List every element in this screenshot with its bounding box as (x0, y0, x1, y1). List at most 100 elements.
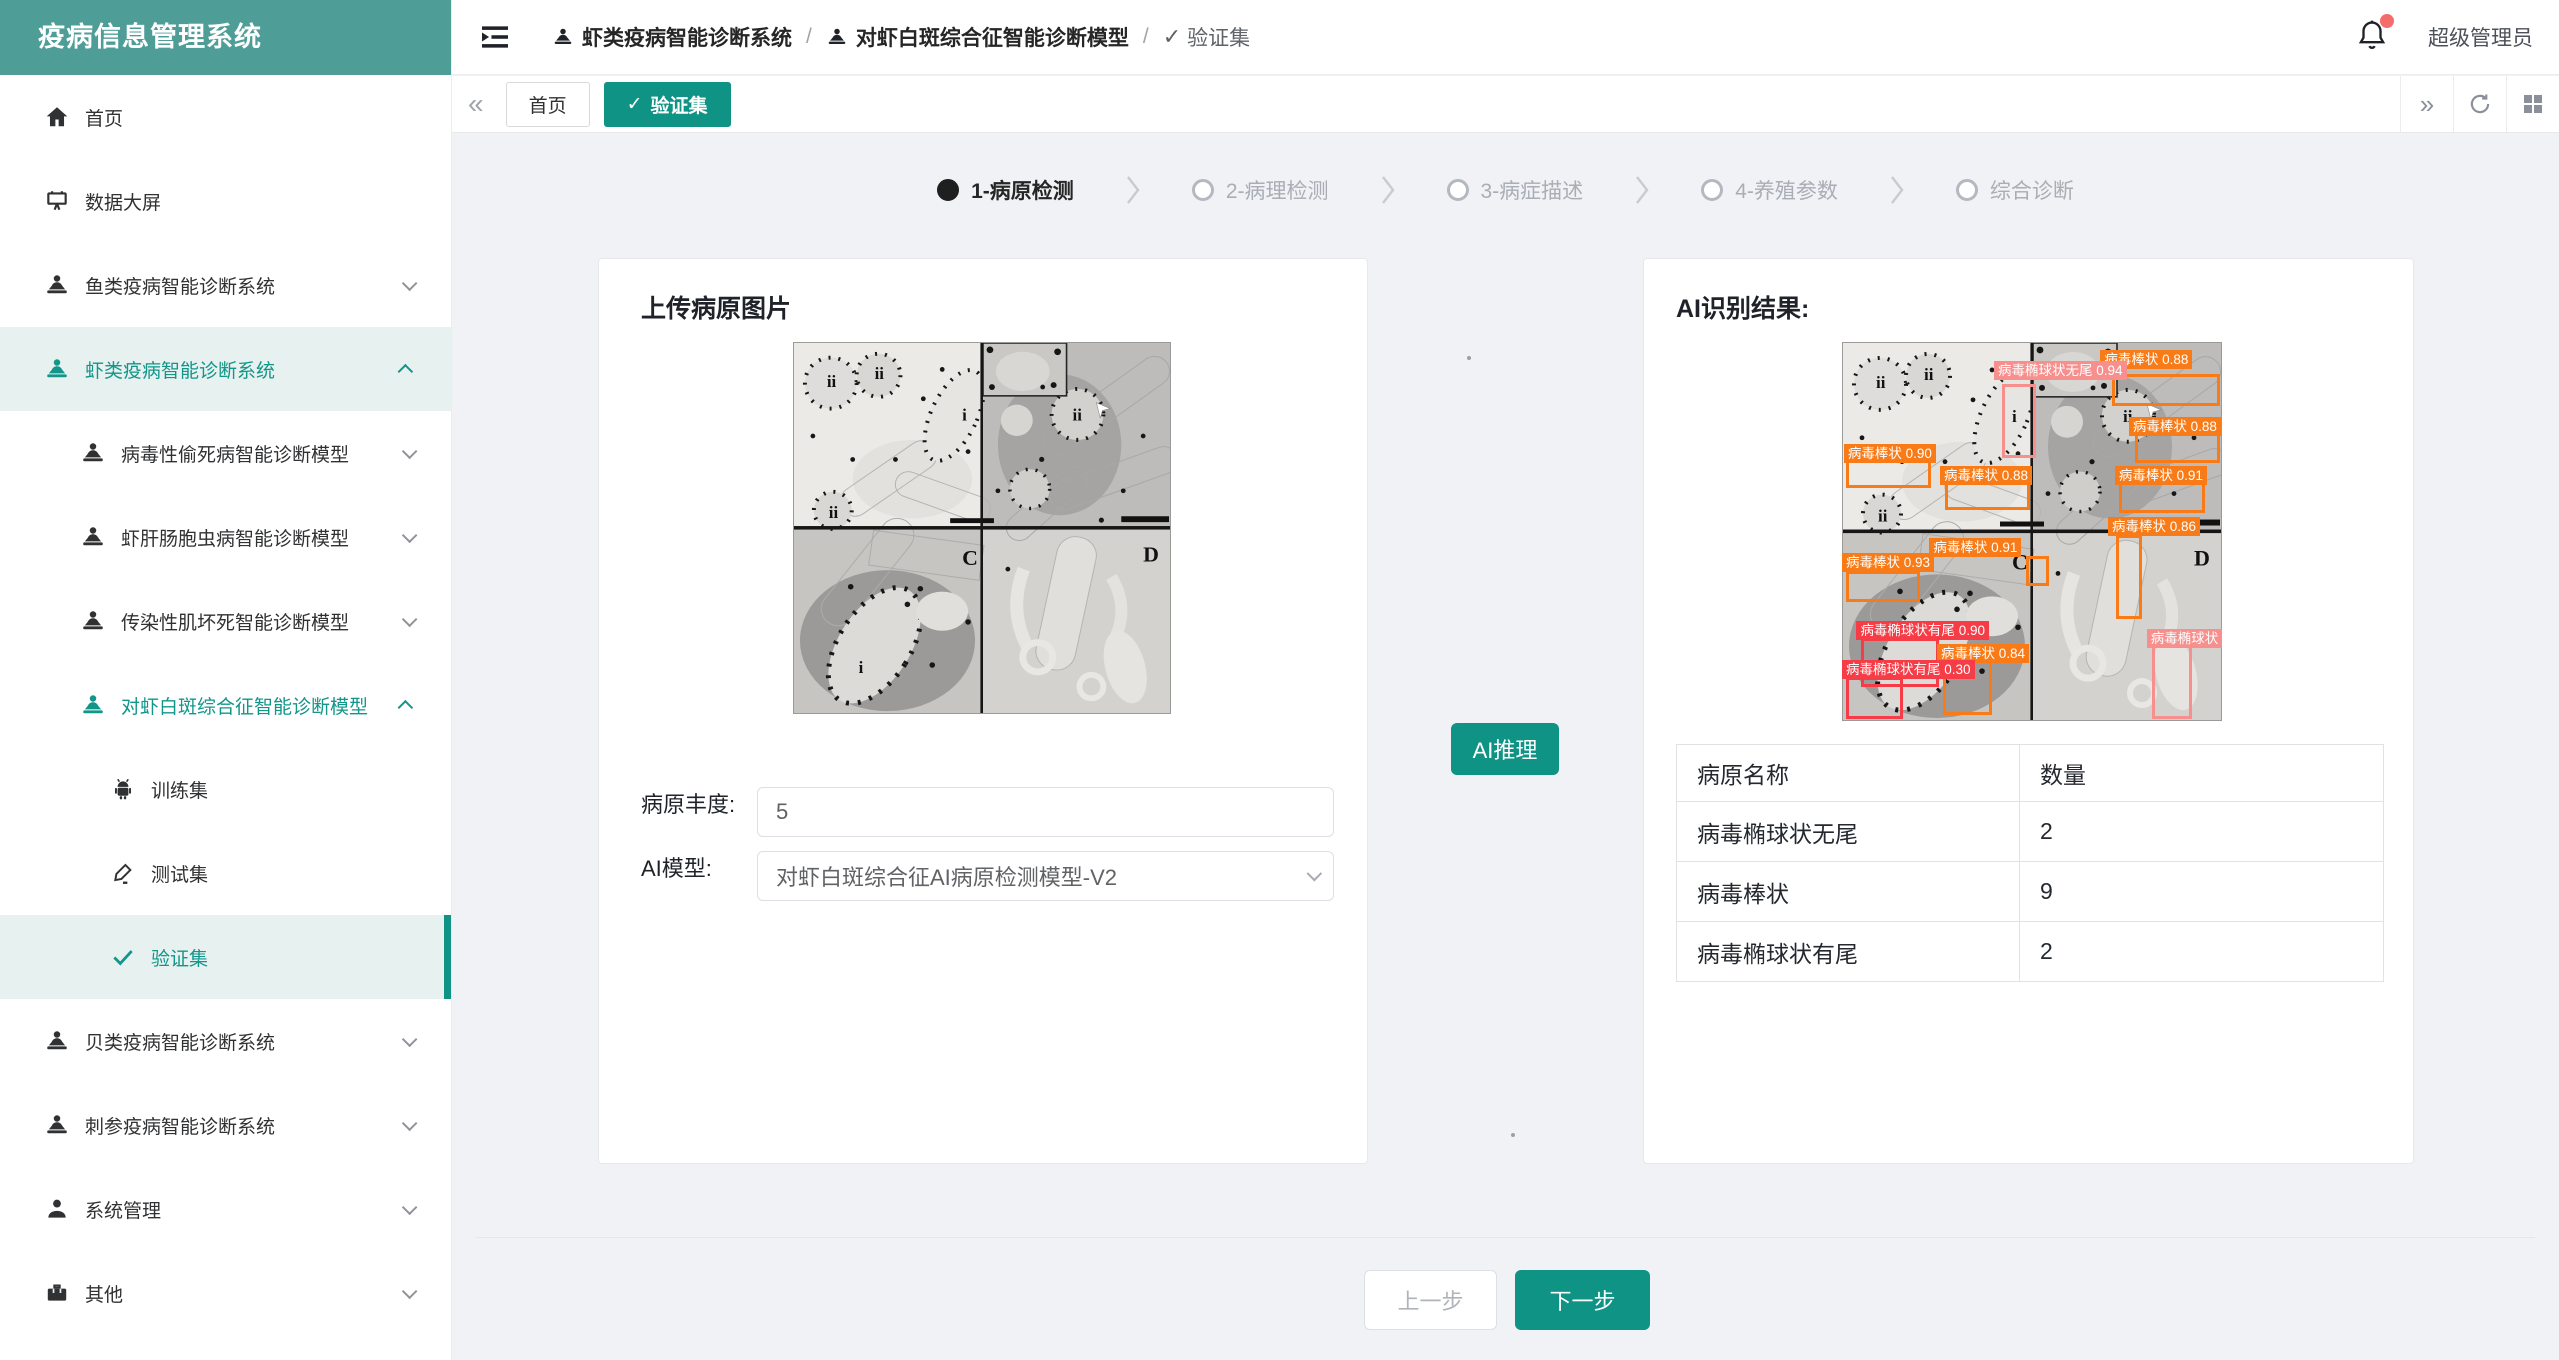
chevron-down-icon (402, 1115, 418, 1131)
chevron-down-icon (402, 1199, 418, 1215)
sidebar-item-label: 虾肝肠胞虫病智能诊断模型 (121, 524, 349, 551)
table-header: 数量 (2020, 745, 2384, 802)
diagnosis-icon (80, 608, 106, 634)
step-label: 4-养殖参数 (1735, 175, 1838, 205)
chevron-down-icon (402, 443, 418, 459)
sidebar-item-14[interactable]: 系统管理 (0, 1167, 451, 1251)
step-label: 综合诊断 (1990, 175, 2074, 205)
ai-result-card: AI识别结果: (1643, 258, 2414, 1164)
sidebar-item-15[interactable]: 其他 (0, 1251, 451, 1335)
main-content: 1-病原检测2-病理检测3-病症描述4-养殖参数综合诊断 上传病原图片 (452, 133, 2559, 1360)
sidebar-item-12[interactable]: 贝类疫病智能诊断系统 (0, 999, 451, 1083)
sidebar-item-1[interactable]: 首页 (0, 75, 451, 159)
table-cell: 病毒椭球状无尾 (1677, 802, 2020, 862)
tab-bar: « 首页 ✓验证集 » (452, 76, 2559, 133)
screen-icon (44, 188, 70, 214)
detection-label: 病毒棒状 0.88 (1940, 466, 2032, 485)
abundance-input[interactable] (757, 787, 1334, 837)
chevron-down-icon (402, 1283, 418, 1299)
detection-box (1846, 459, 1932, 487)
chevron-down-icon (402, 1031, 418, 1047)
tabs-scroll-right-icon[interactable]: » (2400, 76, 2453, 132)
ai-model-value: 对虾白斑综合征AI病原检测模型-V2 (776, 860, 1117, 892)
ai-model-select[interactable]: 对虾白斑综合征AI病原检测模型-V2 (757, 851, 1334, 901)
detection-box (2002, 384, 2036, 458)
sidebar: 疫病信息管理系统 首页数据大屏鱼类疫病智能诊断系统虾类疫病智能诊断系统病毒性偷死… (0, 0, 452, 1360)
result-table: 病原名称数量 病毒椭球状无尾2病毒棒状9病毒椭球状有尾2 (1676, 744, 2384, 982)
ai-inference-button[interactable]: AI推理 (1451, 723, 1559, 775)
step-separator-icon (1122, 173, 1144, 207)
step-separator-icon (1886, 173, 1908, 207)
diagnosis-icon (80, 440, 106, 466)
sidebar-item-4[interactable]: 虾类疫病智能诊断系统 (0, 327, 451, 411)
chevron-down-icon (1307, 865, 1323, 881)
sidebar-item-6[interactable]: 虾肝肠胞虫病智能诊断模型 (0, 495, 451, 579)
sidebar-item-label: 病毒性偷死病智能诊断模型 (121, 440, 349, 467)
sidebar-item-10[interactable]: 测试集 (0, 831, 451, 915)
table-cell: 9 (2020, 862, 2384, 922)
notification-bell-icon[interactable] (2356, 18, 2388, 57)
stepper: 1-病原检测2-病理检测3-病症描述4-养殖参数综合诊断 (452, 173, 2559, 207)
svg-text:ii: ii (827, 372, 837, 391)
prev-step-button[interactable]: 上一步 (1364, 1270, 1497, 1330)
step-separator-icon (1631, 173, 1653, 207)
sidebar-item-label: 贝类疫病智能诊断系统 (85, 1028, 275, 1055)
next-step-button[interactable]: 下一步 (1515, 1270, 1650, 1330)
breadcrumb-separator: / (806, 25, 812, 49)
table-row: 病毒棒状9 (1677, 862, 2384, 922)
step-separator-icon (1377, 173, 1399, 207)
table-cell: 2 (2020, 922, 2384, 982)
breadcrumb-item-3: ✓ 验证集 (1163, 22, 1250, 52)
sidebar-item-2[interactable]: 数据大屏 (0, 159, 451, 243)
sidebar-item-7[interactable]: 传染性肌坏死智能诊断模型 (0, 579, 451, 663)
tab-2[interactable]: ✓验证集 (604, 82, 731, 127)
sidebar-item-label: 首页 (85, 104, 123, 131)
ai-model-label: AI模型: (641, 851, 757, 883)
diagnosis-icon (44, 272, 70, 298)
breadcrumb-item-1[interactable]: 虾类疫病智能诊断系统 (582, 22, 792, 52)
sidebar-item-11[interactable]: 验证集 (0, 915, 451, 999)
sidebar-item-9[interactable]: 训练集 (0, 747, 451, 831)
sidebar-item-5[interactable]: 病毒性偷死病智能诊断模型 (0, 411, 451, 495)
pen-icon (110, 860, 136, 886)
refresh-icon[interactable] (2453, 76, 2506, 132)
menu-fold-icon[interactable] (480, 24, 510, 50)
detection-label: 病毒棒状 0.91 (2115, 466, 2207, 485)
tab-1[interactable]: 首页 (506, 82, 590, 127)
robot-icon (110, 776, 136, 802)
sidebar-item-3[interactable]: 鱼类疫病智能诊断系统 (0, 243, 451, 327)
layout-grid-icon[interactable] (2506, 76, 2559, 132)
table-cell: 病毒椭球状有尾 (1677, 922, 2020, 982)
step-circle (1192, 179, 1214, 201)
chevron-up-icon (398, 363, 414, 379)
detection-label: 病毒棒状 0.88 (2129, 417, 2221, 436)
diagnosis-icon (80, 692, 106, 718)
chevron-down-icon (402, 527, 418, 543)
detection-label: 病毒椭球状有尾 0.90 (1856, 621, 1989, 640)
top-header: 虾类疫病智能诊断系统 / 对虾白斑综合征智能诊断模型 / ✓ 验证集 超级管理员 (452, 0, 2559, 75)
user-name[interactable]: 超级管理员 (2428, 22, 2533, 52)
detection-box (1846, 571, 1920, 601)
annotated-result-image: ii ii i ii ii i C D 病毒棒状 0.88病毒椭球状无尾 0.9… (1842, 342, 2222, 721)
step-circle (937, 179, 959, 201)
check-icon (110, 944, 136, 970)
tabs-scroll-left-icon[interactable]: « (452, 90, 500, 118)
sidebar-item-label: 验证集 (151, 944, 208, 971)
table-row: 病毒椭球状无尾2 (1677, 802, 2384, 862)
sidebar-item-label: 系统管理 (85, 1196, 161, 1223)
svg-text:C: C (962, 546, 978, 570)
breadcrumb-item-2[interactable]: 对虾白斑综合征智能诊断模型 (856, 22, 1129, 52)
briefcase-icon (44, 1280, 70, 1306)
sidebar-item-8[interactable]: 对虾白斑综合征智能诊断模型 (0, 663, 451, 747)
sidebar-item-label: 传染性肌坏死智能诊断模型 (121, 608, 349, 635)
sidebar-item-13[interactable]: 刺参疫病智能诊断系统 (0, 1083, 451, 1167)
check-icon: ✓ (627, 93, 643, 116)
step-1: 1-病原检测 (937, 175, 1074, 205)
sidebar-menu: 首页数据大屏鱼类疫病智能诊断系统虾类疫病智能诊断系统病毒性偷死病智能诊断模型虾肝… (0, 75, 451, 1335)
step-label: 3-病症描述 (1481, 175, 1584, 205)
home-icon (44, 104, 70, 130)
chevron-down-icon (402, 611, 418, 627)
sidebar-item-label: 对虾白斑综合征智能诊断模型 (121, 692, 368, 719)
splitter-dot (1511, 1133, 1515, 1137)
tabs: 首页 ✓验证集 (506, 82, 731, 127)
